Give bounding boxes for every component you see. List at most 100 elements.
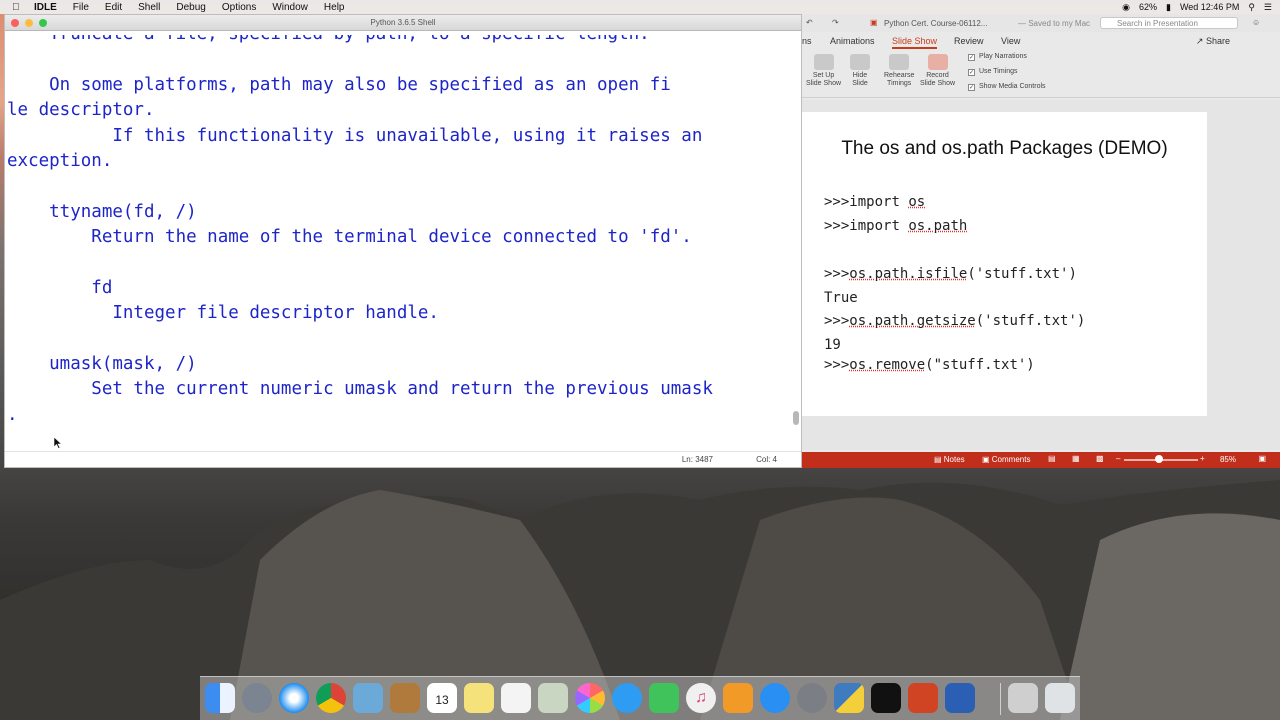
powerpoint-icon[interactable] — [908, 683, 938, 713]
slide-sorter-icon[interactable]: ▦ — [1072, 454, 1080, 463]
wifi-icon[interactable]: ◉ — [1122, 2, 1130, 13]
zoom-out-icon[interactable]: – — [1116, 454, 1120, 463]
show-media-controls-checkbox[interactable]: ✓ Show Media Controls — [968, 83, 1046, 91]
notes-icon: ▤ — [934, 455, 944, 464]
python-icon[interactable] — [834, 683, 864, 713]
show-media-controls-label: Show Media Controls — [979, 83, 1046, 90]
code-text: ("stuff.txt') — [925, 357, 1035, 373]
close-window-icon[interactable] — [11, 19, 19, 27]
safari-icon[interactable] — [279, 683, 309, 713]
tab-transitions[interactable]: ns — [802, 36, 812, 46]
set-up-slide-show-icon — [813, 54, 834, 70]
notification-center-icon[interactable]: ☰ — [1264, 2, 1272, 13]
menu-app-name[interactable]: IDLE — [34, 2, 57, 13]
menu-window[interactable]: Window — [272, 2, 308, 13]
zoom-in-icon[interactable]: + — [1200, 454, 1205, 463]
menu-options[interactable]: Options — [222, 2, 256, 13]
smiley-feedback-icon[interactable]: ☺ — [1252, 18, 1260, 27]
ibooks-icon[interactable] — [723, 683, 753, 713]
set-up-label-2: Slide Show — [806, 80, 842, 87]
shell-output[interactable]: Truncate a file, specified by path, to a… — [7, 35, 795, 455]
shell-line: le descriptor. — [7, 100, 155, 121]
menu-edit[interactable]: Edit — [105, 2, 122, 13]
comments-button[interactable]: ▣ Comments — [982, 455, 1030, 464]
stickies-icon[interactable] — [464, 683, 494, 713]
chrome-icon[interactable] — [316, 683, 346, 713]
comments-label: Comments — [991, 455, 1031, 464]
code-underlined: os.path.getsize — [849, 313, 976, 329]
trash-icon[interactable] — [1045, 683, 1075, 713]
share-button[interactable]: ↗ Share — [1196, 36, 1230, 47]
ppt-search-input[interactable]: Search in Presentation — [1100, 17, 1238, 29]
use-timings-checkbox[interactable]: ✓ Use Timings — [968, 68, 1018, 76]
code-underlined: os.path — [908, 218, 968, 234]
idle-shell-window: Python 3.6.5 Shell Truncate a file, spec… — [4, 14, 802, 468]
calendar-icon[interactable]: 13 — [427, 683, 457, 713]
terminal-icon[interactable] — [871, 683, 901, 713]
hide-slide-icon — [850, 54, 870, 70]
photos-icon[interactable] — [575, 683, 605, 713]
fit-slide-icon[interactable]: ▣ — [1258, 454, 1266, 463]
shell-line: exception. — [7, 150, 113, 171]
tab-slide-show[interactable]: Slide Show — [892, 36, 938, 49]
reminders-icon[interactable] — [501, 683, 531, 713]
powerpoint-window: ↶ ↷ ▣ Python Cert. Course-06112... — Sav… — [802, 14, 1280, 468]
system-preferences-icon[interactable] — [797, 683, 827, 713]
normal-view-icon[interactable]: ▤ — [1048, 454, 1056, 463]
appstore-icon[interactable] — [760, 683, 790, 713]
apple-icon[interactable]:  — [12, 2, 26, 13]
zoom-window-icon[interactable] — [39, 19, 47, 27]
record-slide-show-button[interactable]: Record Slide Show — [920, 54, 955, 88]
zoom-slider-knob[interactable] — [1155, 455, 1163, 463]
menu-file[interactable]: File — [73, 2, 89, 13]
menu-clock[interactable]: Wed 12:46 PM — [1180, 2, 1239, 12]
shell-line: If this functionality is unavailable, us… — [7, 125, 703, 146]
menu-help[interactable]: Help — [324, 2, 345, 13]
redo-icon[interactable]: ↷ — [832, 18, 839, 27]
tab-animations[interactable]: Animations — [830, 36, 875, 46]
tab-review[interactable]: Review — [954, 36, 984, 46]
battery-percent[interactable]: 62% — [1139, 2, 1157, 12]
itunes-icon[interactable]: ♫ — [686, 683, 716, 713]
slide-title[interactable]: The os and os.path Packages (DEMO) — [802, 138, 1207, 160]
photos-viewer-icon[interactable] — [538, 683, 568, 713]
code-underlined: os.path.isfile — [849, 266, 968, 282]
hide-slide-button[interactable]: Hide Slide — [850, 54, 870, 88]
battery-icon[interactable]: ▮ — [1166, 2, 1171, 13]
spotlight-icon[interactable]: ⚲ — [1248, 2, 1255, 13]
preview-icon[interactable] — [353, 683, 383, 713]
code-text: import — [849, 194, 909, 210]
mouse-pointer-icon — [53, 437, 63, 449]
menu-shell[interactable]: Shell — [138, 2, 160, 13]
tab-view[interactable]: View — [1001, 36, 1020, 46]
code-text: True — [824, 290, 858, 306]
finder-icon[interactable] — [205, 683, 235, 713]
downloads-stack-icon[interactable] — [1008, 683, 1038, 713]
minimize-window-icon[interactable] — [25, 19, 33, 27]
set-up-slide-show-button[interactable]: Set Up Slide Show — [806, 54, 841, 88]
code-underlined: os.remove — [849, 357, 926, 373]
slide-code-line: >>>import os — [824, 194, 925, 210]
word-icon[interactable] — [945, 683, 975, 713]
shell-line: Set the current numeric umask and return… — [7, 379, 713, 400]
rehearse-timings-button[interactable]: Rehearse Timings — [884, 54, 914, 88]
slide-show-view-icon[interactable]: ▩ — [1096, 454, 1104, 463]
record-label-2: Slide Show — [920, 80, 956, 87]
launchpad-icon[interactable] — [242, 683, 272, 713]
checkmark-icon: ✓ — [968, 54, 975, 61]
shell-line: . — [7, 404, 18, 425]
slide-canvas[interactable]: The os and os.path Packages (DEMO) >>>im… — [802, 112, 1207, 416]
facetime-icon[interactable] — [649, 683, 679, 713]
undo-icon[interactable]: ↶ — [806, 18, 813, 27]
menu-status-area: ◉ 62% ▮ Wed 12:46 PM ⚲ ☰ — [1122, 0, 1272, 14]
notes-button[interactable]: ▤ Notes — [934, 455, 965, 464]
notes-book-icon[interactable] — [390, 683, 420, 713]
play-narrations-checkbox[interactable]: ✓ Play Narrations — [968, 53, 1027, 61]
zoom-percent[interactable]: 85% — [1220, 455, 1236, 464]
vertical-scrollbar[interactable] — [793, 411, 799, 425]
shell-line: fd — [7, 277, 113, 298]
messages-icon[interactable] — [612, 683, 642, 713]
menu-debug[interactable]: Debug — [176, 2, 205, 13]
